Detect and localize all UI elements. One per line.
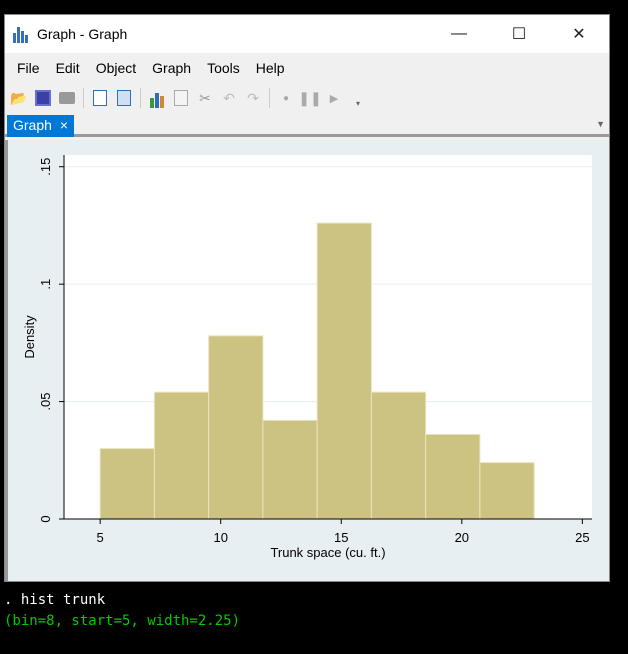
console-result: (bin=8, start=5, width=2.25) — [4, 613, 241, 629]
histogram-bar — [479, 462, 535, 520]
open-icon[interactable]: 📂 — [9, 88, 29, 108]
histogram-bar — [262, 419, 318, 520]
undo-icon[interactable]: ↶ — [219, 88, 239, 108]
menu-object[interactable]: Object — [88, 60, 144, 76]
y-tick-label: .15 — [38, 158, 53, 176]
print-icon[interactable] — [57, 88, 77, 108]
toolbar: 📂 ✂ ↶ ↷ ● ❚❚ ▶ ▾ — [5, 83, 609, 113]
x-tick-label: 25 — [575, 530, 589, 545]
record-icon[interactable]: ● — [276, 88, 296, 108]
save-icon[interactable] — [33, 88, 53, 108]
histogram-bar — [316, 222, 372, 520]
rename-icon[interactable] — [171, 88, 191, 108]
close-button[interactable]: ✕ — [549, 24, 609, 44]
console-output: . hist trunk (bin=8, start=5, width=2.25… — [0, 590, 628, 632]
y-axis-label: Density — [22, 315, 37, 359]
menu-graph[interactable]: Graph — [144, 60, 199, 76]
toolbar-separator — [83, 88, 84, 108]
copy-export-icon[interactable] — [114, 88, 134, 108]
tab-dropdown-icon[interactable]: ▼ — [596, 119, 605, 129]
x-tick-label: 20 — [455, 530, 469, 545]
play-icon[interactable]: ▶ — [324, 88, 344, 108]
copy-icon[interactable] — [90, 88, 110, 108]
toolbar-overflow-icon[interactable]: ▾ — [348, 88, 368, 108]
histogram-bar — [425, 433, 481, 520]
histogram-bar — [153, 391, 210, 520]
histogram-bar — [370, 391, 427, 520]
x-axis-label: Trunk space (cu. ft.) — [270, 545, 385, 560]
console-command: . hist trunk — [4, 592, 106, 608]
histogram-bar — [99, 448, 155, 520]
window-title: Graph - Graph — [37, 26, 128, 42]
minimize-button[interactable]: — — [429, 25, 489, 43]
maximize-button[interactable]: ☐ — [489, 24, 549, 44]
graph-window: Graph - Graph — ☐ ✕ File Edit Object Gra… — [4, 14, 610, 582]
pointer-icon[interactable]: ✂ — [195, 88, 215, 108]
title-bar: Graph - Graph — ☐ ✕ — [5, 15, 609, 53]
tab-close-icon[interactable]: × — [60, 117, 68, 135]
x-tick-label: 10 — [213, 530, 227, 545]
tab-label: Graph — [13, 117, 52, 133]
menu-tools[interactable]: Tools — [199, 60, 248, 76]
toolbar-separator — [140, 88, 141, 108]
graph-editor-icon[interactable] — [147, 88, 167, 108]
menu-help[interactable]: Help — [248, 60, 293, 76]
histogram-chart: 0 .05 .1 .15 5 10 15 20 25 Trunk space (cu. ft.) D… — [22, 155, 592, 560]
x-tick-label: 5 — [97, 530, 104, 545]
x-tick-label: 15 — [334, 530, 348, 545]
tab-graph[interactable]: Graph × — [7, 115, 75, 137]
graph-app-icon — [13, 25, 31, 43]
y-tick-label: 0 — [38, 515, 53, 522]
menu-edit[interactable]: Edit — [48, 60, 88, 76]
tab-row: Graph × ▼ — [5, 113, 609, 137]
menu-bar: File Edit Object Graph Tools Help — [5, 53, 609, 83]
redo-icon[interactable]: ↷ — [243, 88, 263, 108]
histogram-bar — [208, 335, 264, 520]
menu-file[interactable]: File — [9, 60, 48, 76]
y-tick-label: .05 — [38, 393, 53, 411]
pause-icon[interactable]: ❚❚ — [298, 88, 321, 108]
toolbar-separator — [269, 88, 270, 108]
y-tick-label: .1 — [38, 279, 53, 290]
graph-area: 0 .05 .1 .15 5 10 15 20 25 Trunk space (cu. ft.) D… — [5, 140, 609, 581]
